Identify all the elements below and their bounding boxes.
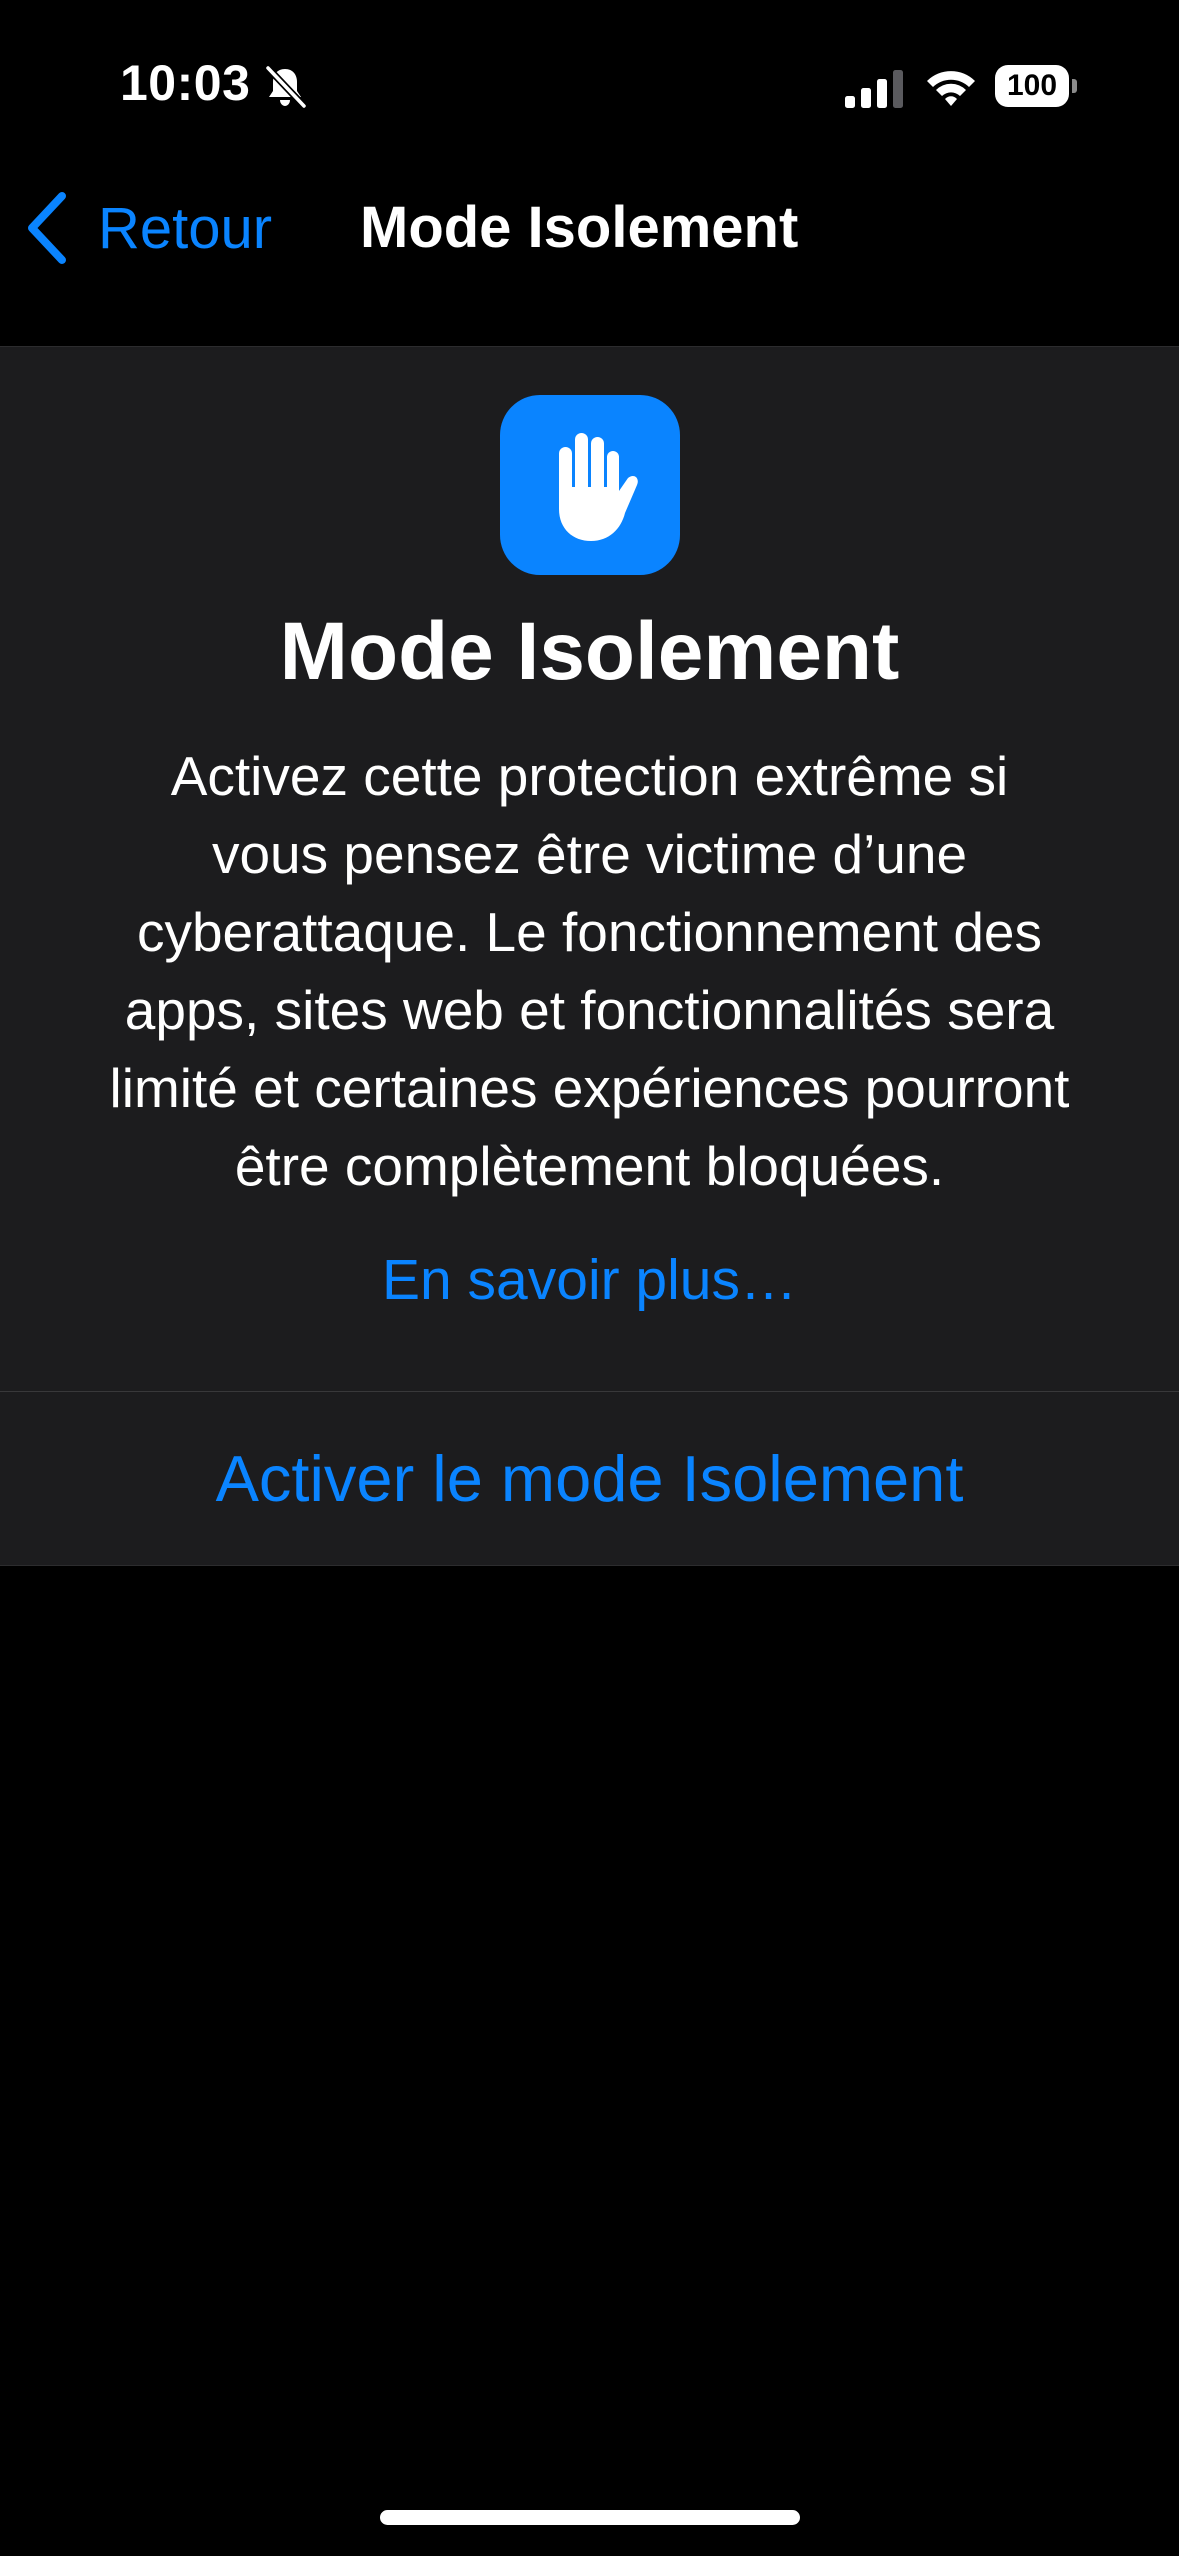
card-description: Activez cette protection extrême si vous… [40, 737, 1139, 1205]
battery-nub [1072, 79, 1077, 93]
description-line: vous pensez être victime d’une [211, 823, 968, 885]
description-line: Activez cette protection extrême si [170, 745, 1009, 807]
card-title: Mode Isolement [279, 606, 900, 697]
lockdown-mode-card: Mode Isolement Activez cette protection … [0, 346, 1179, 1566]
status-time: 10:03 [120, 55, 251, 111]
wifi-icon [927, 71, 975, 106]
nav-title: Mode Isolement [360, 195, 799, 260]
battery-level: 100 [995, 65, 1069, 107]
description-line: limité et certaines expériences pourront [109, 1057, 1070, 1119]
learn-more-link[interactable]: En savoir plus… [0, 1247, 1179, 1313]
chevron-left-icon [28, 192, 66, 264]
activate-lockdown-mode-button[interactable]: Activer le mode Isolement [0, 1392, 1179, 1564]
lockdown-mode-app-icon [500, 395, 680, 575]
description-line: cyberattaque. Le fonctionnement des [136, 901, 1043, 963]
back-button[interactable]: Retour [22, 178, 272, 278]
status-bar: 10:03 100 [0, 0, 1179, 170]
home-indicator[interactable] [380, 2510, 800, 2525]
navigation-bar: Retour Mode Isolement [0, 170, 1179, 346]
battery-icon: 100 [995, 65, 1077, 107]
raised-hand-icon [559, 433, 638, 541]
description-line: être complètement bloquées. [234, 1135, 945, 1197]
cellular-signal-icon [845, 70, 903, 108]
bell-slash-icon [265, 65, 307, 109]
activate-lockdown-mode-label: Activer le mode Isolement [215, 1441, 964, 1515]
back-label: Retour [98, 195, 273, 261]
description-line: apps, sites web et fonctionnalités sera [124, 979, 1055, 1041]
